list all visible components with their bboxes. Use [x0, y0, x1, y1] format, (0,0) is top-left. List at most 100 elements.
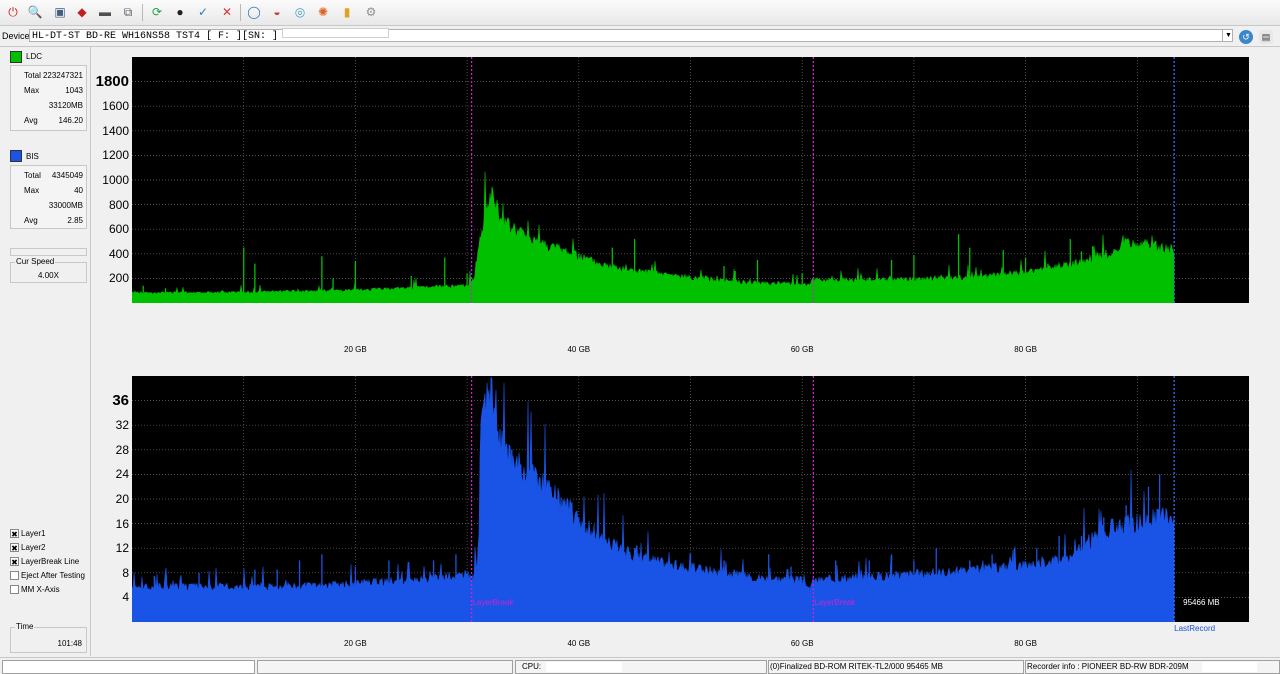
checkbox-layer2[interactable]: ✖ — [10, 543, 19, 553]
bis-chart: LayerBreak LayerBreak 95466 MB — [131, 376, 1249, 623]
y-tick-label: 400 — [108, 246, 129, 261]
data-area — [131, 376, 1175, 623]
ldc-stats: Total 223247321 Max 1043 33120MB Avg 146.20 — [10, 65, 87, 131]
copy-icon[interactable]: ⧉ — [119, 3, 137, 21]
fire-icon[interactable]: ✺ — [314, 3, 332, 21]
test-icon[interactable]: ◎ — [291, 3, 309, 21]
ldc-stat-value: 146.20 — [58, 116, 83, 125]
y-tick-label: 16 — [115, 516, 129, 531]
checkbox-layer1[interactable]: ✖ — [10, 529, 19, 539]
erase-icon[interactable]: ◒ — [268, 3, 286, 21]
y-tick-label: 28 — [115, 442, 129, 457]
bis-stat-value: 2.85 — [67, 216, 83, 225]
bis-label: BIS — [26, 152, 39, 161]
sidebar: LDC Total 223247321 Max 1043 33120MB Avg 146.2… — [0, 47, 91, 656]
progress-bar — [2, 660, 255, 674]
y-tick-label: 32 — [115, 418, 129, 433]
bis-stat-row: Max 40 — [11, 186, 86, 198]
time-box: Time 101:48 — [10, 622, 87, 653]
checkbox-label[interactable]: MM X-Axis — [21, 585, 60, 594]
settings-icon[interactable]: ⚙ — [362, 3, 380, 21]
bis-chart-svg: LayerBreak LayerBreak 95466 MB — [131, 376, 1249, 623]
y-tick-label: 36 — [112, 391, 129, 409]
time-value: 101:48 — [57, 639, 82, 648]
recorder-info-panel: Recorder info : PIONEER BD-RW BDR-209M — [1025, 660, 1280, 674]
recorder-info: Recorder info : PIONEER BD-RW BDR-209M — [1027, 662, 1189, 671]
y-tick-label: 800 — [108, 197, 129, 212]
cpu-meter — [546, 662, 622, 672]
checkbox-label[interactable]: Layer2 — [21, 543, 45, 552]
checkbox-label[interactable]: LayerBreak Line — [21, 557, 79, 566]
refresh-icon[interactable]: ⟳ — [148, 3, 166, 21]
ldc-stat-row: 33120MB — [11, 101, 86, 113]
stop-icon[interactable]: ✕ — [218, 3, 236, 21]
recorder-extra — [1202, 662, 1257, 672]
status-bar: CPU: (0)Finalized BD-ROM RITEK-TL2/000 9… — [0, 657, 1280, 674]
y-tick-label: 1200 — [102, 148, 129, 163]
bis-stat-value: 4345049 — [51, 171, 83, 180]
bis-stat-row: Avg 2.85 — [11, 216, 86, 228]
chart-icon[interactable]: ▮ — [338, 3, 356, 21]
device-bar: Device: HL-DT-ST BD-RE WH16NS58 TST4 [ F… — [0, 26, 1280, 47]
x-tick-label: 80 GB — [1014, 639, 1037, 648]
x-tick-label: 40 GB — [567, 639, 591, 648]
checkbox-eject-after-testing[interactable] — [10, 571, 19, 580]
bis-stat-value: 33000MB — [48, 201, 83, 210]
cur-speed-box: Cur Speed 4.00X — [10, 257, 87, 283]
cpu-panel: CPU: — [515, 660, 767, 674]
power-icon[interactable]: ⏻ — [4, 3, 22, 21]
refresh-device-icon[interactable]: ↺ — [1239, 30, 1253, 44]
checkbox-label[interactable]: Eject After Testing — [21, 571, 85, 580]
bis-stat-row: Total 4345049 — [11, 171, 86, 183]
save-icon[interactable]: ▤ — [1259, 30, 1273, 44]
globe-icon[interactable]: ◯ — [245, 3, 263, 21]
serial-number-field — [282, 28, 389, 38]
check-icon[interactable]: ✓ — [194, 3, 212, 21]
bis-stat-value: 40 — [74, 186, 83, 195]
last-record-label: LastRecord — [1174, 624, 1216, 633]
x-tick-label: 20 GB — [344, 345, 367, 354]
checkbox-mm-x-axis[interactable] — [10, 585, 19, 594]
y-tick-label: 1800 — [95, 72, 129, 90]
time-label: Time — [15, 622, 35, 631]
ldc-stat-key: Avg — [24, 116, 38, 125]
y-tick-label: 1600 — [102, 99, 129, 114]
data-area — [131, 171, 1175, 304]
y-tick-label: 1000 — [102, 173, 129, 187]
checkbox-layerbreak-line[interactable]: ✖ — [10, 557, 19, 567]
ldc-stat-value: 223247321 — [42, 71, 83, 80]
toolbar-separator — [240, 4, 241, 21]
drive-icon[interactable]: ▣ — [51, 3, 69, 21]
toolbar-separator — [142, 4, 143, 21]
x-tick-label: 20 GB — [344, 639, 367, 648]
ldc-stat-key: Max — [24, 86, 40, 95]
cur-speed-label: Cur Speed — [15, 257, 56, 266]
y-tick-label: 1400 — [102, 123, 129, 138]
y-tick-label: 600 — [108, 222, 129, 237]
y-tick-label: 200 — [108, 271, 129, 286]
ldc-color-swatch[interactable] — [10, 51, 22, 63]
y-tick-label: 24 — [115, 467, 129, 482]
eject-icon[interactable]: ▬ — [96, 3, 114, 21]
chevron-down-icon[interactable]: ▼ — [1222, 29, 1234, 42]
bis-stat-key: Max — [24, 186, 40, 195]
checkbox-label[interactable]: Layer1 — [21, 529, 45, 538]
ldc-stat-row: Total 223247321 — [11, 71, 86, 83]
cur-speed-value: 4.00X — [38, 271, 59, 280]
layer-break-label: LayerBreak — [814, 598, 856, 607]
burn-icon[interactable]: ◆ — [73, 3, 91, 21]
bis-stat-key: Total — [24, 171, 41, 180]
device-label: Device: — [2, 31, 33, 41]
device-select[interactable]: HL-DT-ST BD-RE WH16NS58 TST4 [ F: ][SN: … — [29, 29, 1233, 42]
ldc-stat-value: 33120MB — [48, 101, 83, 110]
ldc-stat-row: Max 1043 — [11, 86, 86, 98]
status-panel — [257, 660, 513, 674]
disc-info-panel: (0)Finalized BD-ROM RITEK-TL2/000 95465 … — [768, 660, 1024, 674]
ldc-stat-key: Total — [24, 71, 41, 80]
capacity-label: 95466 MB — [1183, 598, 1219, 607]
bis-stats: Total 4345049 Max 40 33000MB Avg 2.85 — [10, 165, 87, 229]
disc-info-icon[interactable]: 🔍 — [26, 3, 44, 21]
scan-icon[interactable]: ● — [171, 3, 189, 21]
y-tick-label: 4 — [122, 590, 129, 605]
bis-color-swatch[interactable] — [10, 150, 22, 162]
